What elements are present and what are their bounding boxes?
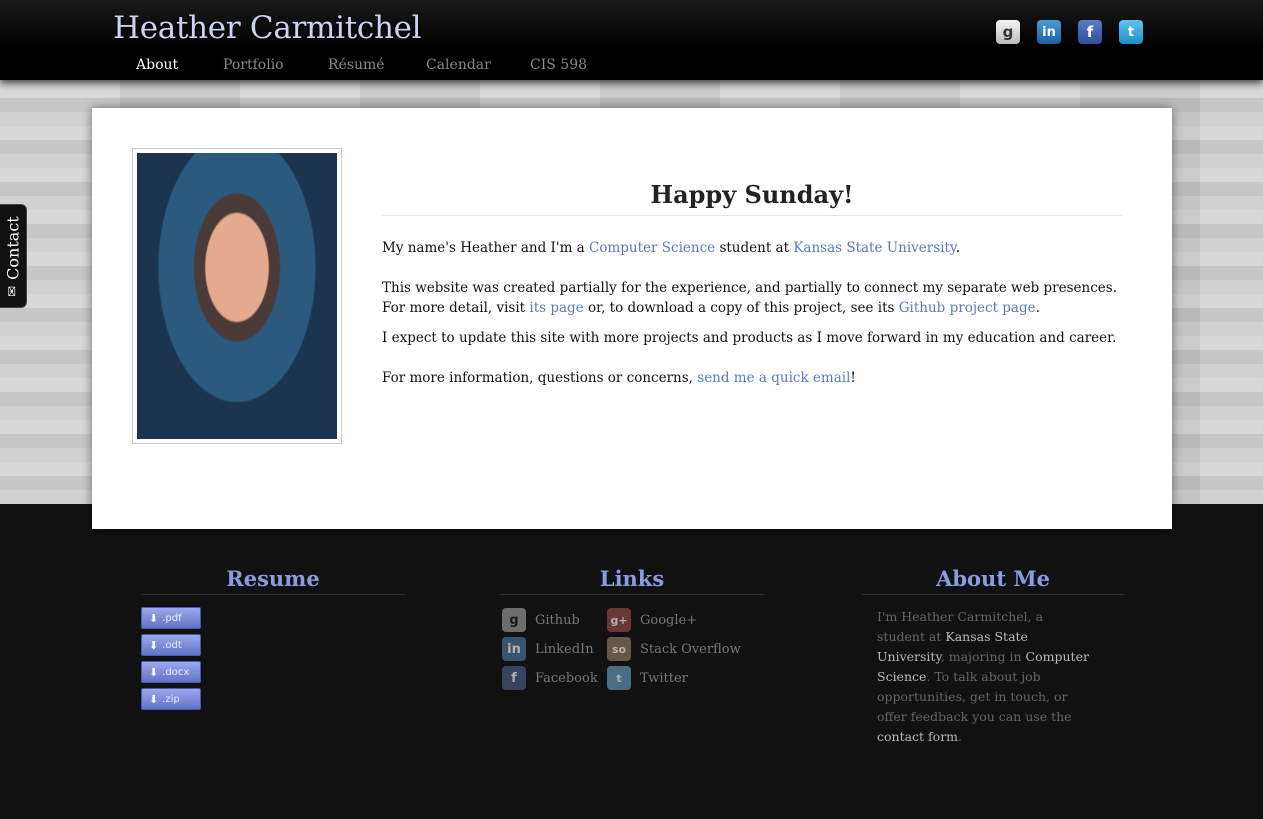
links-heading: Links: [500, 566, 764, 595]
footer-link-stack-overflow[interactable]: so Stack Overflow: [607, 637, 741, 661]
stack-overflow-icon: so: [607, 637, 631, 661]
footer-link-github[interactable]: g Github: [502, 608, 580, 632]
github-project-link[interactable]: Github project page: [899, 300, 1036, 316]
footer-resume: Resume ⬇ .pdf ⬇ .odt ⬇ .docx ⬇ .zip: [141, 566, 405, 715]
update-paragraph: I expect to update this site with more p…: [382, 330, 1117, 346]
facebook-icon: f: [502, 666, 526, 690]
google-plus-icon: g+: [607, 608, 631, 632]
download-docx-button[interactable]: ⬇ .docx: [141, 661, 201, 683]
facebook-icon[interactable]: f: [1078, 20, 1102, 44]
nav-cis598[interactable]: CIS 598: [530, 57, 587, 73]
twitter-icon[interactable]: t: [1119, 20, 1143, 44]
header-social-links: g in f t: [996, 20, 1143, 44]
site-header: Heather Carmitchel About Portfolio Résum…: [0, 0, 1263, 80]
footer-about: About Me I'm Heather Carmitchel, a stude…: [862, 566, 1124, 747]
download-zip-button[interactable]: ⬇ .zip: [141, 688, 201, 710]
nav-calendar[interactable]: Calendar: [426, 57, 491, 73]
about-text: I'm Heather Carmitchel, a student at Kan…: [877, 609, 1089, 744]
footer-link-twitter[interactable]: t Twitter: [607, 666, 688, 690]
download-icon: ⬇: [149, 665, 159, 679]
download-icon: ⬇: [149, 692, 159, 706]
email-paragraph: For more information, questions or conce…: [382, 370, 856, 386]
download-icon: ⬇: [149, 638, 159, 652]
main-card: Happy Sunday! My name's Heather and I'm …: [92, 108, 1172, 529]
contact-tab[interactable]: ✉ Contact: [0, 204, 27, 308]
computer-science-link[interactable]: Computer Science: [589, 240, 715, 256]
nav-about[interactable]: About: [136, 57, 178, 73]
resume-heading: Resume: [141, 566, 405, 595]
nav-resume[interactable]: Résumé: [328, 57, 385, 73]
contact-form-link[interactable]: contact form: [877, 729, 958, 744]
nav-portfolio[interactable]: Portfolio: [223, 57, 284, 73]
github-icon: g: [502, 608, 526, 632]
site-title[interactable]: Heather Carmitchel: [113, 10, 422, 46]
links-grid: g Github in LinkedIn f Facebook g+ Googl…: [500, 605, 764, 705]
download-pdf-button[interactable]: ⬇ .pdf: [141, 607, 201, 629]
footer-links: Links g Github in LinkedIn f Facebook g+…: [500, 566, 764, 705]
download-odt-button[interactable]: ⬇ .odt: [141, 634, 201, 656]
twitter-icon: t: [607, 666, 631, 690]
kansas-state-link[interactable]: Kansas State University: [793, 240, 955, 256]
profile-photo-frame: [132, 148, 342, 444]
contact-tab-label: Contact: [3, 215, 23, 280]
footer-link-linkedin[interactable]: in LinkedIn: [502, 637, 594, 661]
google-icon[interactable]: g: [996, 20, 1020, 44]
mail-icon: ✉: [5, 285, 21, 297]
footer-link-facebook[interactable]: f Facebook: [502, 666, 598, 690]
linkedin-icon[interactable]: in: [1037, 20, 1061, 44]
profile-photo: [137, 153, 337, 439]
download-icon: ⬇: [149, 611, 159, 625]
footer-link-google-plus[interactable]: g+ Google+: [607, 608, 697, 632]
linkedin-icon: in: [502, 637, 526, 661]
about-heading: About Me: [862, 566, 1124, 595]
resume-downloads: ⬇ .pdf ⬇ .odt ⬇ .docx ⬇ .zip: [141, 607, 405, 710]
intro-paragraph: My name's Heather and I'm a Computer Sci…: [382, 240, 961, 256]
its-page-link[interactable]: its page: [529, 300, 583, 316]
greeting-heading: Happy Sunday!: [382, 180, 1122, 216]
website-paragraph: This website was created partially for t…: [382, 280, 1118, 316]
email-link[interactable]: send me a quick email: [697, 370, 850, 386]
